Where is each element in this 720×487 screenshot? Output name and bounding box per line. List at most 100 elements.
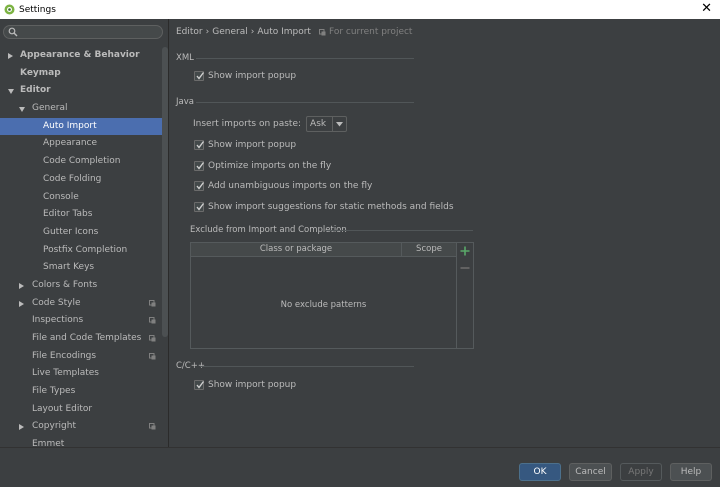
java-optimize-imports[interactable]: Optimize imports on the fly bbox=[194, 161, 331, 171]
sidebar-item-colors-fonts[interactable]: Colors & Fonts bbox=[0, 277, 162, 295]
sidebar-item-label: General bbox=[32, 103, 68, 114]
sidebar-item-appearance[interactable]: Appearance bbox=[0, 135, 162, 153]
cpp-section-divider bbox=[200, 366, 414, 367]
sidebar-item-gutter-icons[interactable]: Gutter Icons bbox=[0, 224, 162, 242]
project-scope-icon bbox=[149, 317, 156, 324]
checkmark-icon bbox=[196, 381, 205, 389]
chevron-down-icon[interactable] bbox=[19, 107, 25, 113]
help-button[interactable]: Help bbox=[670, 463, 712, 481]
project-scope-icon bbox=[149, 335, 156, 342]
checkbox-label: Show import popup bbox=[208, 71, 297, 81]
sidebar-item-label: Live Templates bbox=[32, 368, 99, 379]
java-section-divider bbox=[196, 102, 414, 103]
checkbox[interactable] bbox=[194, 161, 205, 171]
breadcrumb-part: General bbox=[212, 27, 248, 37]
checkbox[interactable] bbox=[194, 380, 205, 390]
chevron-down-icon[interactable] bbox=[8, 89, 14, 95]
sidebar-item-editor-tabs[interactable]: Editor Tabs bbox=[0, 206, 162, 224]
dropdown-arrow-icon[interactable] bbox=[332, 117, 346, 131]
checkbox-label: Add unambiguous imports on the fly bbox=[208, 181, 373, 191]
insert-imports-select[interactable]: Ask bbox=[306, 116, 348, 132]
sidebar-item-label: Emmet bbox=[32, 439, 65, 447]
sidebar-item-label: File and Code Templates bbox=[32, 333, 142, 343]
search-input[interactable] bbox=[20, 26, 158, 38]
xml-section-title: XML bbox=[176, 53, 194, 63]
sidebar-item-appearance-behavior[interactable]: Appearance & Behavior bbox=[0, 47, 162, 65]
checkbox[interactable] bbox=[194, 202, 205, 212]
checkbox[interactable] bbox=[194, 71, 205, 81]
cancel-button[interactable]: Cancel bbox=[569, 463, 612, 481]
search-icon bbox=[8, 27, 18, 37]
sidebar-item-auto-import[interactable]: Auto Import bbox=[0, 117, 162, 136]
sidebar-item-general[interactable]: General bbox=[0, 100, 162, 118]
sidebar-item-label: Inspections bbox=[32, 315, 84, 326]
sidebar-item-code-completion[interactable]: Code Completion bbox=[0, 153, 162, 171]
sidebar-item-code-style[interactable]: Code Style bbox=[0, 295, 162, 313]
checkbox-label: Show import popup bbox=[208, 140, 297, 150]
breadcrumb-part: Editor bbox=[176, 27, 203, 37]
add-icon[interactable] bbox=[460, 246, 470, 256]
insert-imports-row: Insert imports on paste: Ask bbox=[193, 116, 348, 132]
sidebar-item-label: Auto Import bbox=[43, 120, 97, 131]
chevron-right-icon[interactable] bbox=[8, 53, 13, 59]
insert-imports-value: Ask bbox=[310, 119, 327, 129]
sidebar-item-editor[interactable]: Editor bbox=[0, 82, 162, 100]
insert-imports-label: Insert imports on paste: bbox=[193, 119, 302, 129]
settings-sidebar: Appearance & Behavior Keymap Editor General… bbox=[0, 19, 169, 447]
sidebar-item-label: Appearance & Behavior bbox=[20, 50, 140, 60]
checkmark-icon bbox=[196, 141, 205, 149]
column-header-class-or-package[interactable]: Class or package bbox=[191, 243, 402, 257]
android-studio-icon bbox=[4, 4, 15, 15]
sidebar-item-inspections[interactable]: Inspections bbox=[0, 312, 162, 330]
java-static-import-suggestions[interactable]: Show import suggestions for static metho… bbox=[194, 202, 454, 212]
apply-button[interactable]: Apply bbox=[620, 463, 662, 481]
checkbox[interactable] bbox=[194, 181, 205, 191]
breadcrumb: Editor › General › Auto Import For curre… bbox=[176, 27, 412, 37]
chevron-right-icon[interactable] bbox=[19, 424, 24, 431]
ok-button[interactable]: OK bbox=[519, 463, 561, 481]
checkbox-label: Show import popup bbox=[208, 380, 297, 390]
checkmark-icon bbox=[196, 182, 205, 190]
exclude-table-toolbar bbox=[457, 242, 474, 349]
sidebar-item-label: File Types bbox=[32, 386, 76, 397]
sidebar-item-label: Appearance bbox=[43, 138, 98, 149]
java-show-import-popup[interactable]: Show import popup bbox=[194, 140, 296, 150]
xml-show-import-popup[interactable]: Show import popup bbox=[194, 71, 296, 81]
chevron-right-icon[interactable] bbox=[19, 282, 24, 289]
sidebar-item-layout-editor[interactable]: Layout Editor bbox=[0, 401, 162, 419]
checkmark-icon bbox=[196, 162, 205, 170]
project-scope-label: For current project bbox=[328, 27, 413, 37]
sidebar-item-file-types[interactable]: File Types bbox=[0, 383, 162, 401]
sidebar-item-label: Editor bbox=[20, 85, 51, 96]
chevron-right-icon[interactable] bbox=[19, 300, 24, 307]
sidebar-item-label: Copyright bbox=[32, 421, 76, 432]
sidebar-item-label: Gutter Icons bbox=[43, 226, 99, 237]
sidebar-item-live-templates[interactable]: Live Templates bbox=[0, 365, 162, 383]
sidebar-item-label: Smart Keys bbox=[43, 262, 95, 273]
remove-icon[interactable] bbox=[460, 263, 470, 273]
sidebar-item-postfix-completion[interactable]: Postfix Completion bbox=[0, 242, 162, 260]
project-scope-icon bbox=[318, 28, 326, 35]
sidebar-item-code-folding[interactable]: Code Folding bbox=[0, 171, 162, 189]
sidebar-item-console[interactable]: Console bbox=[0, 189, 162, 207]
sidebar-item-label: Code Folding bbox=[43, 173, 102, 184]
java-add-unambiguous-imports[interactable]: Add unambiguous imports on the fly bbox=[194, 181, 372, 191]
sidebar-item-file-encodings[interactable]: File Encodings bbox=[0, 348, 162, 366]
sidebar-item-keymap[interactable]: Keymap bbox=[0, 65, 162, 83]
checkbox[interactable] bbox=[194, 140, 205, 150]
sidebar-item-smart-keys[interactable]: Smart Keys bbox=[0, 259, 162, 277]
cpp-show-import-popup[interactable]: Show import popup bbox=[194, 380, 296, 390]
project-scope-icon bbox=[149, 423, 156, 430]
close-icon[interactable]: ✕ bbox=[701, 1, 712, 17]
sidebar-scrollbar[interactable] bbox=[162, 47, 168, 337]
sidebar-item-file-and-code-templates[interactable]: File and Code Templates bbox=[0, 330, 162, 348]
column-header-scope[interactable]: Scope bbox=[402, 243, 456, 257]
sidebar-item-copyright[interactable]: Copyright bbox=[0, 418, 162, 436]
settings-search[interactable] bbox=[3, 25, 163, 39]
xml-section-divider bbox=[196, 58, 414, 59]
checkmark-icon bbox=[196, 203, 205, 211]
exclude-table[interactable]: Class or package Scope No exclude patter… bbox=[190, 242, 457, 349]
sidebar-item-label: File Encodings bbox=[32, 350, 97, 361]
sidebar-item-emmet[interactable]: Emmet bbox=[0, 436, 162, 447]
sidebar-item-label: Postfix Completion bbox=[43, 244, 128, 255]
